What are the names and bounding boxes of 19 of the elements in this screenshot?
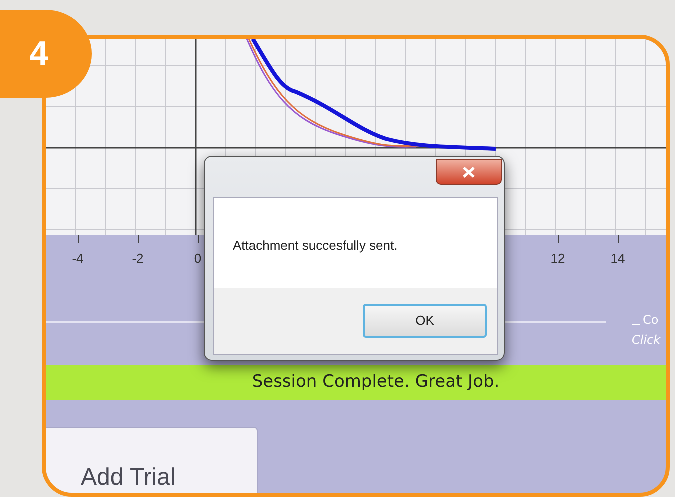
tick-mark bbox=[198, 235, 199, 243]
dialog-message: Attachment succesfully sent. bbox=[232, 237, 399, 255]
close-icon bbox=[463, 166, 475, 178]
axis-label: 14 bbox=[610, 250, 626, 268]
status-text: Session Complete. Great Job. bbox=[251, 372, 500, 392]
tick-mark bbox=[138, 235, 139, 243]
step-badge: 4 bbox=[0, 10, 92, 98]
axis-label: -2 bbox=[132, 250, 144, 268]
hint-text: Click bbox=[632, 332, 661, 349]
legend-label: Co bbox=[643, 312, 659, 329]
tick-mark bbox=[78, 235, 79, 243]
axis-label: 0 bbox=[194, 250, 202, 268]
tick-mark bbox=[558, 235, 559, 243]
tab[interactable]: Add Trial bbox=[46, 427, 258, 493]
ok-button[interactable]: OK bbox=[363, 304, 487, 338]
axis-label: -4 bbox=[72, 250, 84, 268]
close-button[interactable] bbox=[436, 159, 502, 185]
axis-label: 12 bbox=[550, 250, 566, 268]
tick-mark bbox=[618, 235, 619, 243]
